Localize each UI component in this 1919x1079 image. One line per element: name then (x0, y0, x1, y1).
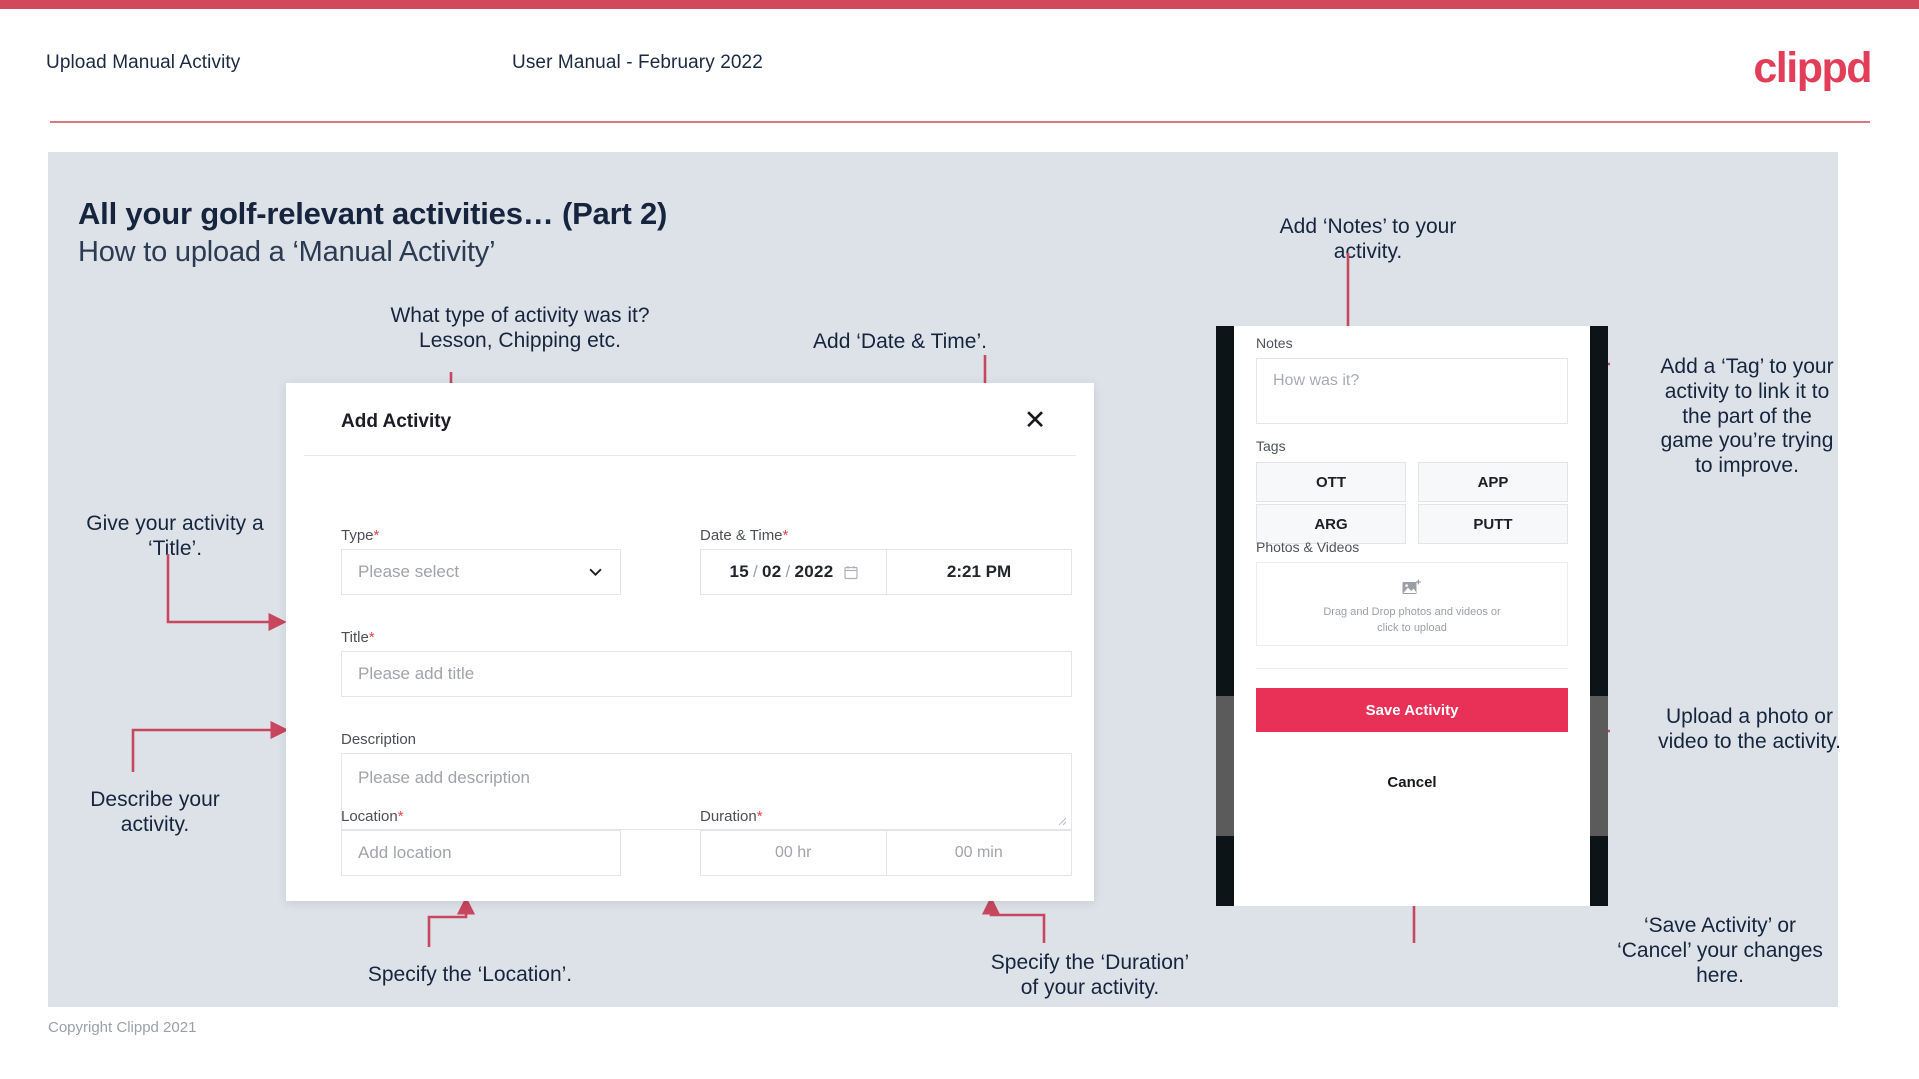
header-divider (50, 121, 1870, 123)
calendar-icon[interactable] (843, 565, 858, 580)
resize-grip-icon[interactable] (1057, 816, 1067, 826)
top-accent-bar (0, 0, 1919, 9)
title-label: Title (341, 629, 369, 646)
duration-minutes-input[interactable]: 00 min (887, 831, 1072, 875)
notes-placeholder: How was it? (1273, 372, 1360, 389)
dialog-title: Add Activity (341, 411, 452, 432)
save-activity-button[interactable]: Save Activity (1256, 688, 1568, 732)
add-image-icon (1402, 579, 1421, 594)
time-input[interactable]: 2:21 PM (887, 550, 1071, 594)
phone-bezel-left-grey (1216, 696, 1234, 836)
date-sep-1: / (752, 562, 758, 581)
date-input[interactable]: 15 / 02 / 2022 (701, 550, 887, 594)
date-day: 15 (729, 562, 749, 581)
title-input[interactable]: Please add title (341, 651, 1072, 697)
close-icon[interactable]: ✕ (1018, 403, 1052, 437)
datetime-label: Date & Time (700, 527, 783, 544)
annotation-save: ‘Save Activity’ or ‘Cancel’ your changes… (1617, 914, 1823, 987)
annotation-description: Describe your activity. (90, 788, 220, 836)
phone-mockup: Notes How was it? Tags OTT APP ARG PUTT … (1216, 326, 1608, 906)
datetime-field[interactable]: 15 / 02 / 2022 2:21 PM (700, 549, 1072, 595)
type-required: * (373, 527, 380, 544)
title-label-group: Title* (341, 629, 375, 646)
datetime-label-group: Date & Time* (700, 527, 788, 544)
description-label: Description (341, 731, 417, 748)
tag-button-app[interactable]: APP (1418, 462, 1568, 502)
duration-label-group: Duration* (700, 808, 763, 825)
tag-button-arg[interactable]: ARG (1256, 504, 1406, 544)
dialog-divider (304, 455, 1076, 456)
location-required: * (397, 808, 404, 825)
annotation-tags: Add a ‘Tag’ to your activity to link it … (1660, 355, 1834, 478)
phone-bezel-right-grey (1590, 696, 1608, 836)
phone-divider (1256, 668, 1568, 669)
tag-button-ott[interactable]: OTT (1256, 462, 1406, 502)
annotation-upload: Upload a photo or video to the activity. (1658, 705, 1841, 753)
photos-videos-label: Photos & Videos (1256, 539, 1360, 555)
title-placeholder: Please add title (358, 664, 475, 683)
upload-dropzone[interactable]: Drag and Drop photos and videos or click… (1256, 562, 1568, 646)
title-required: * (368, 629, 375, 646)
location-label-group: Location* (341, 808, 404, 825)
upload-dropzone-text: Drag and Drop photos and videos or click… (1323, 606, 1501, 634)
header-left-title: Upload Manual Activity (46, 52, 241, 73)
duration-label: Duration (700, 808, 757, 825)
tag-button-putt[interactable]: PUTT (1418, 504, 1568, 544)
location-placeholder: Add location (358, 843, 452, 862)
description-placeholder: Please add description (358, 768, 531, 787)
location-input[interactable]: Add location (341, 830, 621, 876)
type-label: Type (341, 527, 374, 544)
type-label-group: Type* (341, 527, 379, 544)
annotation-title: Give your activity a ‘Title’. (86, 512, 264, 560)
notes-textarea[interactable]: How was it? (1256, 358, 1568, 424)
footer-copyright: Copyright Clippd 2021 (48, 1019, 197, 1036)
cancel-button[interactable]: Cancel (1234, 774, 1590, 791)
tags-label: Tags (1256, 438, 1286, 454)
location-label: Location (341, 808, 398, 825)
duration-hours-input[interactable]: 00 hr (701, 831, 887, 875)
annotation-location: Specify the ‘Location’. (367, 963, 573, 986)
slide-title-primary: All your golf-relevant activities… (Part… (78, 196, 668, 231)
annotation-type: What type of activity was it? Lesson, Ch… (390, 304, 650, 352)
header-center-title: User Manual - February 2022 (512, 52, 763, 73)
type-select[interactable]: Please select (341, 549, 621, 595)
clippd-logo: clippd (1753, 44, 1872, 92)
duration-required: * (756, 808, 763, 825)
slide-title-secondary: How to upload a ‘Manual Activity’ (78, 236, 496, 268)
phone-screen: Notes How was it? Tags OTT APP ARG PUTT … (1234, 326, 1590, 906)
date-year: 2022 (794, 562, 834, 581)
duration-field[interactable]: 00 hr 00 min (700, 830, 1072, 876)
phone-bezel-left (1216, 326, 1234, 906)
phone-bezel-right (1590, 326, 1608, 906)
page-header: Upload Manual Activity User Manual - Feb… (0, 9, 1919, 119)
type-placeholder: Please select (358, 562, 460, 581)
annotation-datetime: Add ‘Date & Time’. (813, 330, 987, 353)
date-sep-2: / (785, 562, 791, 581)
notes-label: Notes (1256, 335, 1293, 351)
date-month: 02 (761, 562, 782, 581)
datetime-required: * (782, 527, 789, 544)
annotation-duration: Specify the ‘Duration’ of your activity. (990, 951, 1190, 999)
annotation-notes: Add ‘Notes’ to your activity. (1279, 215, 1457, 263)
chevron-down-icon (589, 568, 602, 577)
